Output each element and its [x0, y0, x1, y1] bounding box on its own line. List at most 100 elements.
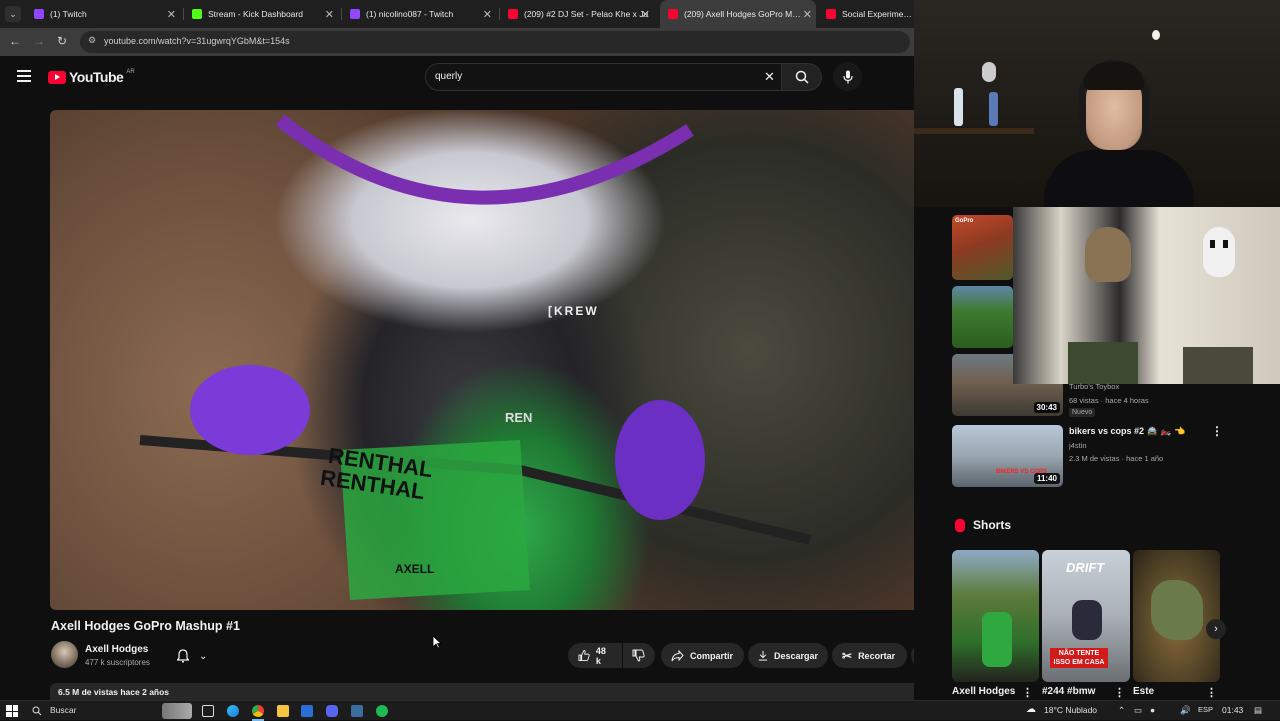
search-input[interactable]: querly ✕: [425, 63, 782, 91]
file-explorer-icon[interactable]: [277, 705, 289, 717]
site-info-icon[interactable]: ⚙: [88, 35, 96, 46]
recommended-thumbnail[interactable]: [952, 286, 1013, 348]
browser-tab[interactable]: Stream - Kick Dashboard ✕: [186, 0, 338, 28]
chrome-icon[interactable]: [252, 705, 264, 717]
shorts-next-button[interactable]: ›: [1206, 619, 1226, 639]
network-icon[interactable]: ▭: [1134, 705, 1142, 716]
close-tab-icon[interactable]: ✕: [483, 8, 492, 21]
views-and-date: 6.5 M de vistas hace 2 años: [58, 687, 170, 697]
forward-arrow-icon[interactable]: →: [33, 34, 45, 48]
more-vertical-icon[interactable]: ⋮: [1211, 424, 1223, 438]
channel-avatar[interactable]: [51, 641, 78, 668]
twitch-icon: [34, 9, 44, 19]
channel-name[interactable]: Axell Hodges: [85, 644, 148, 655]
edge-browser-icon[interactable]: [227, 705, 239, 717]
scissors-icon: ✂: [842, 648, 853, 663]
weather-text[interactable]: 18°C Nublado: [1044, 705, 1097, 715]
share-button[interactable]: Compartir: [661, 643, 744, 668]
recommended-channel[interactable]: j4stin: [1069, 441, 1087, 450]
like-count: 48 k: [595, 645, 606, 666]
gopro-logo: GoPro: [955, 218, 974, 224]
recommended-title[interactable]: bikers vs cops #2 🚔 🏍️ 👈: [1069, 426, 1185, 437]
voice-search-button[interactable]: [833, 62, 862, 91]
tab-list-dropdown-icon[interactable]: ⌄: [5, 6, 21, 22]
person-pants: [1183, 347, 1253, 384]
short-overlay-text: DRIFT: [1066, 560, 1105, 575]
notification-bell-button[interactable]: ⌄: [170, 644, 220, 668]
twitch-icon: [350, 9, 360, 19]
download-app-icon[interactable]: [351, 705, 363, 717]
tab-label: Stream - Kick Dashboard: [208, 9, 303, 19]
search-icon: [32, 706, 42, 716]
close-tab-icon[interactable]: ✕: [641, 8, 650, 21]
short-thumbnail[interactable]: [1133, 550, 1220, 682]
youtube-wordmark: YouTube: [69, 69, 124, 85]
download-label: Descargar: [773, 650, 818, 661]
shorts-section-header: Shorts: [955, 518, 1011, 532]
browser-tab-active[interactable]: (209) Axell Hodges GoPro Mash ✕: [660, 0, 816, 28]
short-title[interactable]: Axell Hodges: [952, 686, 1015, 697]
download-icon: [758, 650, 768, 661]
notifications-icon[interactable]: ▤: [1254, 705, 1262, 716]
volume-icon[interactable]: 🔊: [1180, 705, 1191, 716]
webcam-overlay: [914, 0, 1280, 207]
task-view-icon[interactable]: [202, 705, 214, 717]
video-frame: [139, 114, 812, 600]
video-player[interactable]: [KREW RENTHAL RENTHAL AXELL REN: [50, 110, 936, 610]
microphone-tray-icon[interactable]: ●: [1150, 705, 1155, 715]
search-button[interactable]: [782, 63, 822, 91]
address-bar[interactable]: ⚙ youtube.com/watch?v=31ugwrqYGbM&t=154s: [80, 31, 910, 53]
clock[interactable]: 01:43: [1222, 705, 1243, 715]
share-icon: [671, 649, 684, 661]
close-tab-icon[interactable]: ✕: [325, 8, 334, 21]
recommended-channel[interactable]: Turbo's Toybox: [1069, 382, 1119, 391]
download-button[interactable]: Descargar: [748, 643, 828, 668]
back-arrow-icon[interactable]: ←: [9, 34, 21, 48]
subscriber-count: 477 k suscriptores: [85, 658, 150, 667]
new-badge: Nuevo: [1069, 408, 1096, 417]
close-tab-icon[interactable]: ✕: [803, 8, 812, 21]
short-motorcycle: [1072, 600, 1102, 640]
streamer-shirt: [1044, 150, 1194, 207]
more-vertical-icon[interactable]: ⋮: [1022, 686, 1033, 699]
short-thumbnail[interactable]: [952, 550, 1039, 682]
short-creature: [1151, 580, 1203, 640]
menu-icon[interactable]: [17, 70, 31, 82]
more-vertical-icon[interactable]: ⋮: [1206, 686, 1217, 699]
recommended-thumbnail[interactable]: GoPro: [952, 215, 1013, 280]
dislike-button[interactable]: [623, 643, 655, 668]
browser-tab-strip: ⌄ (1) Twitch ✕ Stream - Kick Dashboard ✕…: [0, 0, 914, 28]
reload-icon[interactable]: ↻: [57, 34, 67, 48]
thumbs-down-icon: [632, 649, 645, 662]
region-code: AR: [126, 69, 135, 75]
search-highlight-image: [162, 703, 192, 719]
overlay-text: REN: [505, 410, 533, 425]
overlay-text: AXELL: [395, 562, 435, 576]
browser-tab[interactable]: (1) nicolino087 - Twitch ✕: [344, 0, 496, 28]
short-thumbnail[interactable]: DRIFT NÃO TENTE ISSO EM CASA: [1042, 550, 1130, 682]
browser-tab[interactable]: (1) Twitch ✕: [28, 0, 180, 28]
browser-toolbar: ← → ↻ ⚙ youtube.com/watch?v=31ugwrqYGbM&…: [0, 28, 914, 56]
shelf-bottle: [954, 88, 963, 126]
spotify-icon[interactable]: [376, 705, 388, 717]
youtube-icon: [826, 9, 836, 19]
more-vertical-icon[interactable]: ⋮: [1114, 686, 1125, 699]
url-text: youtube.com/watch?v=31ugwrqYGbM&t=154s: [104, 36, 290, 46]
browser-tab[interactable]: Social Experiment w: [820, 0, 914, 28]
close-tab-icon[interactable]: ✕: [167, 8, 176, 21]
windows-start-icon[interactable]: [6, 705, 18, 717]
clear-search-icon[interactable]: ✕: [764, 69, 775, 85]
youtube-logo[interactable]: YouTube AR: [48, 69, 135, 85]
language-indicator[interactable]: ESP: [1198, 705, 1213, 714]
discord-icon[interactable]: [326, 705, 338, 717]
chevron-up-icon[interactable]: ⌃: [1118, 705, 1125, 716]
short-title[interactable]: Este: [1133, 686, 1154, 697]
clip-label: Recortar: [858, 650, 896, 661]
clip-button[interactable]: ✂ Recortar: [832, 643, 907, 668]
browser-tab[interactable]: (209) #2 DJ Set - Pelao Khe x Ju ✕: [502, 0, 654, 28]
short-title[interactable]: #244 #bmw: [1042, 686, 1095, 697]
like-button[interactable]: 48 k: [568, 643, 622, 668]
recommended-thumbnail[interactable]: BIKERS VS COPS 11:40: [952, 425, 1063, 487]
store-icon[interactable]: [301, 705, 313, 717]
taskbar-search-box[interactable]: Buscar: [26, 703, 196, 719]
